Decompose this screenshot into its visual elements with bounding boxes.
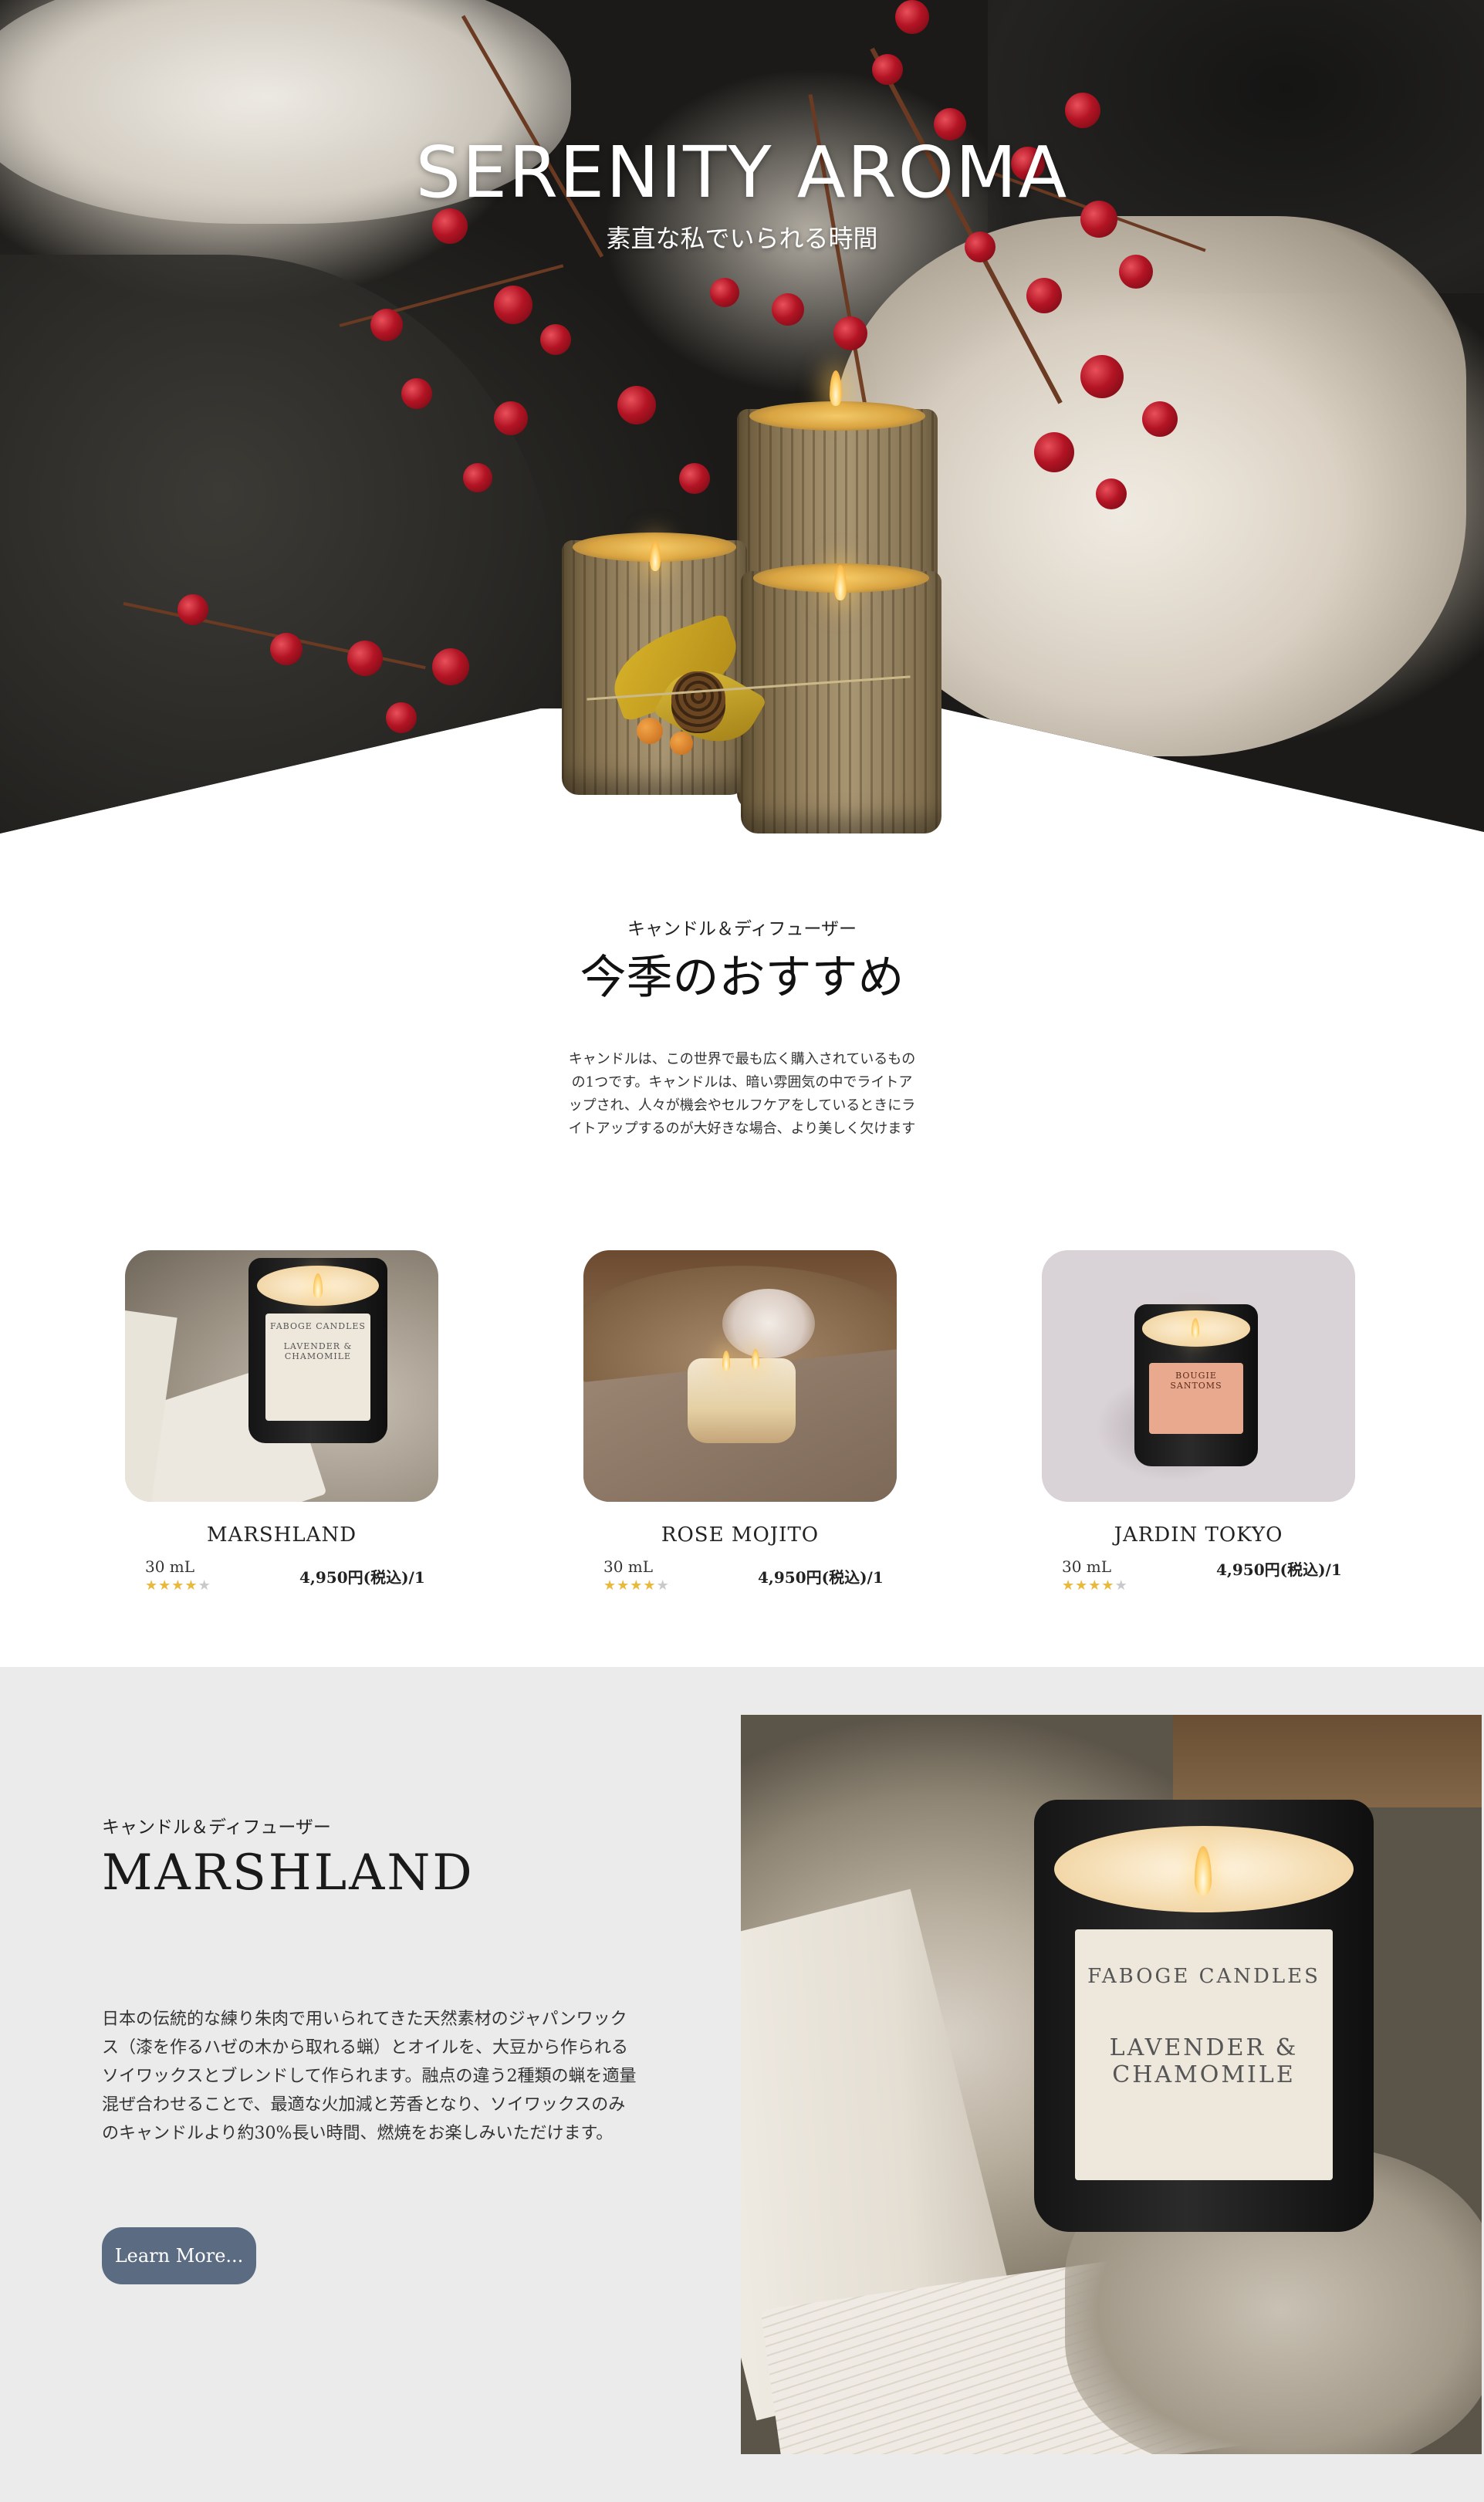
product-image[interactable]: BOUGIE SANTOMS	[1042, 1250, 1355, 1502]
feature-label-brand: FABOGE CANDLES	[1087, 1965, 1320, 1988]
star-icon: ★	[1075, 1577, 1089, 1594]
star-icon: ★	[617, 1577, 630, 1594]
site-title: SERENITY AROMA	[415, 131, 1069, 214]
product-price: 4,950円(税込)/1	[1216, 1560, 1342, 1579]
section-title: 今季のおすすめ	[580, 951, 904, 1005]
product-name[interactable]: ROSE MOJITO	[583, 1523, 897, 1547]
product-label-scent: LAVENDER & CHAMOMILE	[283, 1341, 353, 1361]
product-card[interactable]: BOUGIE SANTOMS JARDIN TOKYO 30 mL ★★★★★ …	[1042, 1250, 1355, 1594]
product-label-brand: BOUGIE SANTOMS	[1170, 1370, 1222, 1391]
section-description: キャンドルは、この世界で最も広く購入されているものの1つです。キャンドルは、暗い…	[568, 1051, 916, 1137]
feature-image: FABOGE CANDLES LAVENDER & CHAMOMILE	[741, 1715, 1482, 2454]
star-icon: ★	[198, 1577, 211, 1594]
star-icon: ★	[643, 1577, 657, 1594]
star-icon: ★	[630, 1577, 644, 1594]
star-icon: ★	[1088, 1577, 1102, 1594]
learn-more-button[interactable]: Learn More...	[102, 2227, 256, 2284]
product-card[interactable]: FABOGE CANDLES LAVENDER & CHAMOMILE MARSH…	[125, 1250, 438, 1594]
product-card[interactable]: ROSE MOJITO 30 mL ★★★★★ 4,950円(税込)/1	[583, 1250, 897, 1594]
product-volume: 30 mL	[1062, 1557, 1112, 1576]
feature-title: MARSHLAND	[102, 1844, 475, 1902]
star-icon: ★	[145, 1577, 159, 1594]
product-volume: 30 mL	[603, 1557, 654, 1576]
product-label-brand: FABOGE CANDLES	[270, 1321, 366, 1331]
product-image[interactable]: FABOGE CANDLES LAVENDER & CHAMOMILE	[125, 1250, 438, 1502]
product-price: 4,950円(税込)/1	[299, 1568, 425, 1587]
product-name[interactable]: MARSHLAND	[125, 1523, 438, 1547]
product-rating: ★★★★★	[603, 1577, 670, 1594]
product-rating: ★★★★★	[1062, 1577, 1128, 1594]
star-icon: ★	[1062, 1577, 1076, 1594]
star-icon: ★	[184, 1577, 198, 1594]
feature-kicker: キャンドル＆ディフューザー	[102, 1817, 331, 1838]
product-name[interactable]: JARDIN TOKYO	[1042, 1523, 1355, 1547]
star-icon: ★	[158, 1577, 172, 1594]
hero-candles-image	[556, 363, 957, 833]
product-price: 4,950円(税込)/1	[758, 1568, 884, 1587]
feature-description: 日本の伝統的な練り朱肉で用いられてきた天然素材のジャパンワックス（漆を作るハゼの…	[102, 2010, 637, 2143]
star-icon: ★	[1101, 1577, 1115, 1594]
star-icon: ★	[171, 1577, 185, 1594]
product-image[interactable]	[583, 1250, 897, 1502]
feature-label-scent: LAVENDER & CHAMOMILE	[1109, 2034, 1299, 2088]
star-icon: ★	[603, 1577, 617, 1594]
product-volume: 30 mL	[145, 1557, 195, 1576]
star-icon: ★	[1114, 1577, 1128, 1594]
section-kicker: キャンドル＆ディフューザー	[627, 919, 857, 939]
product-rating: ★★★★★	[145, 1577, 211, 1594]
star-icon: ★	[656, 1577, 670, 1594]
site-tagline: 素直な私でいられる時間	[606, 224, 878, 253]
